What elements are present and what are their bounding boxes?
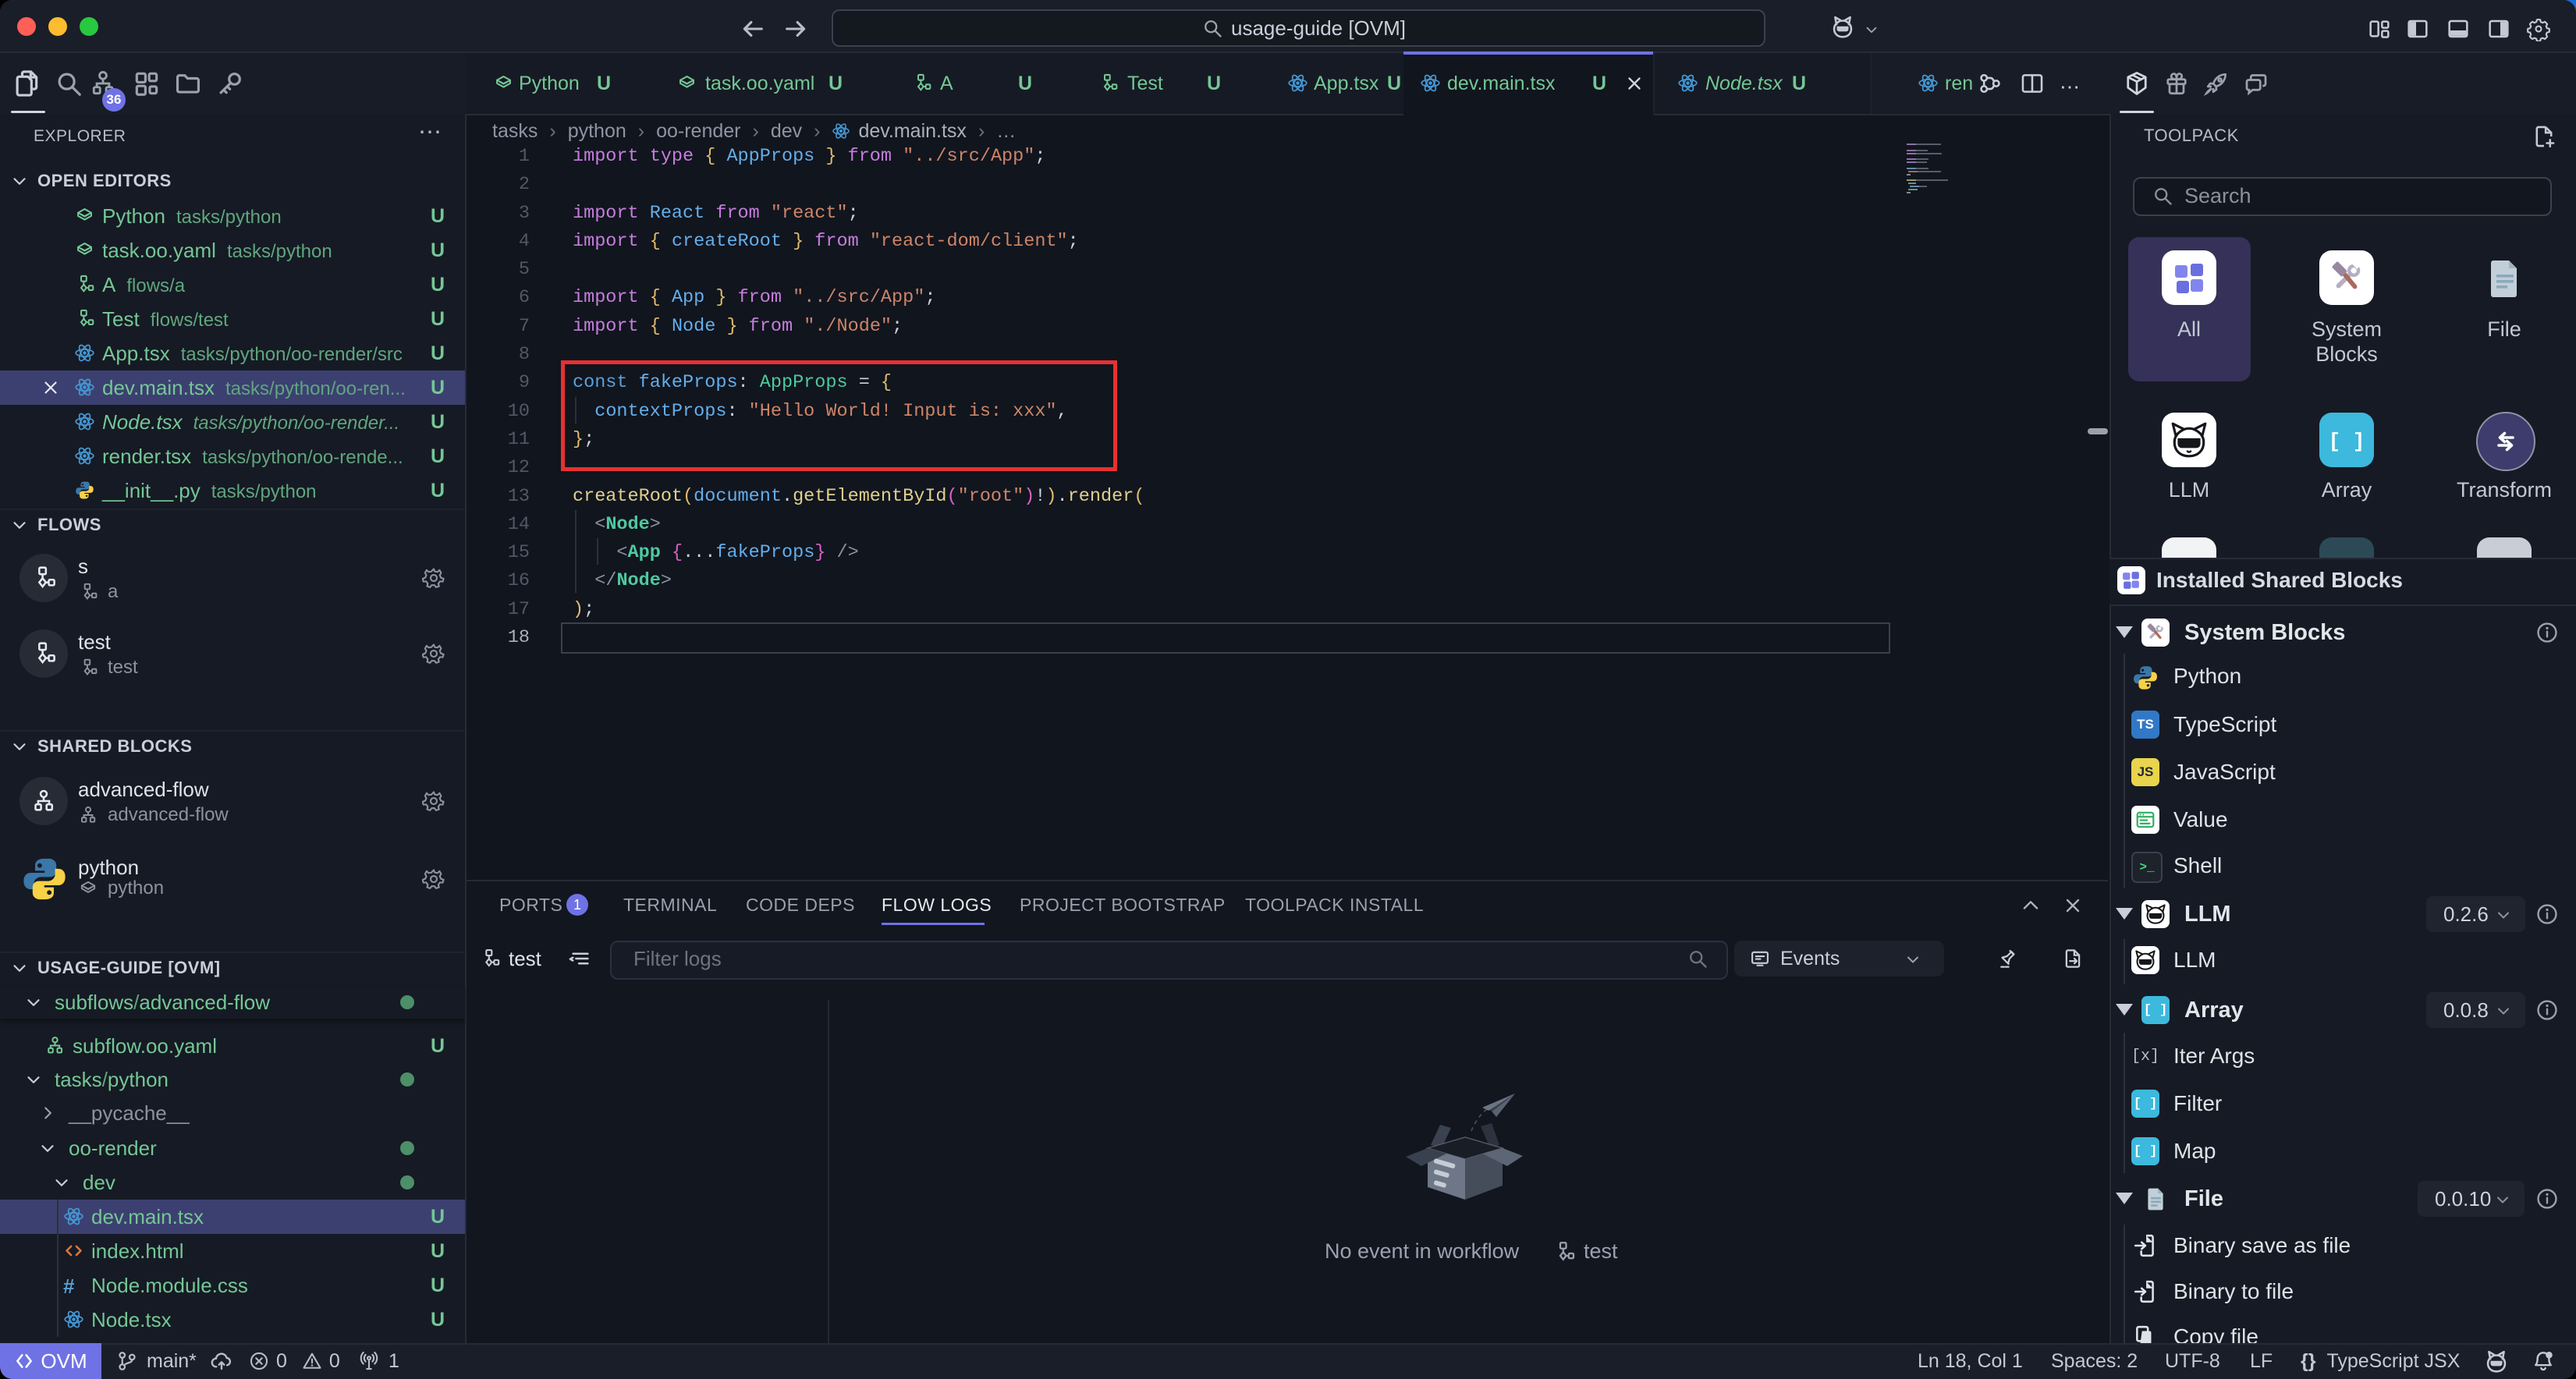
- svg-text:[ ]: [ ]: [2329, 430, 2364, 453]
